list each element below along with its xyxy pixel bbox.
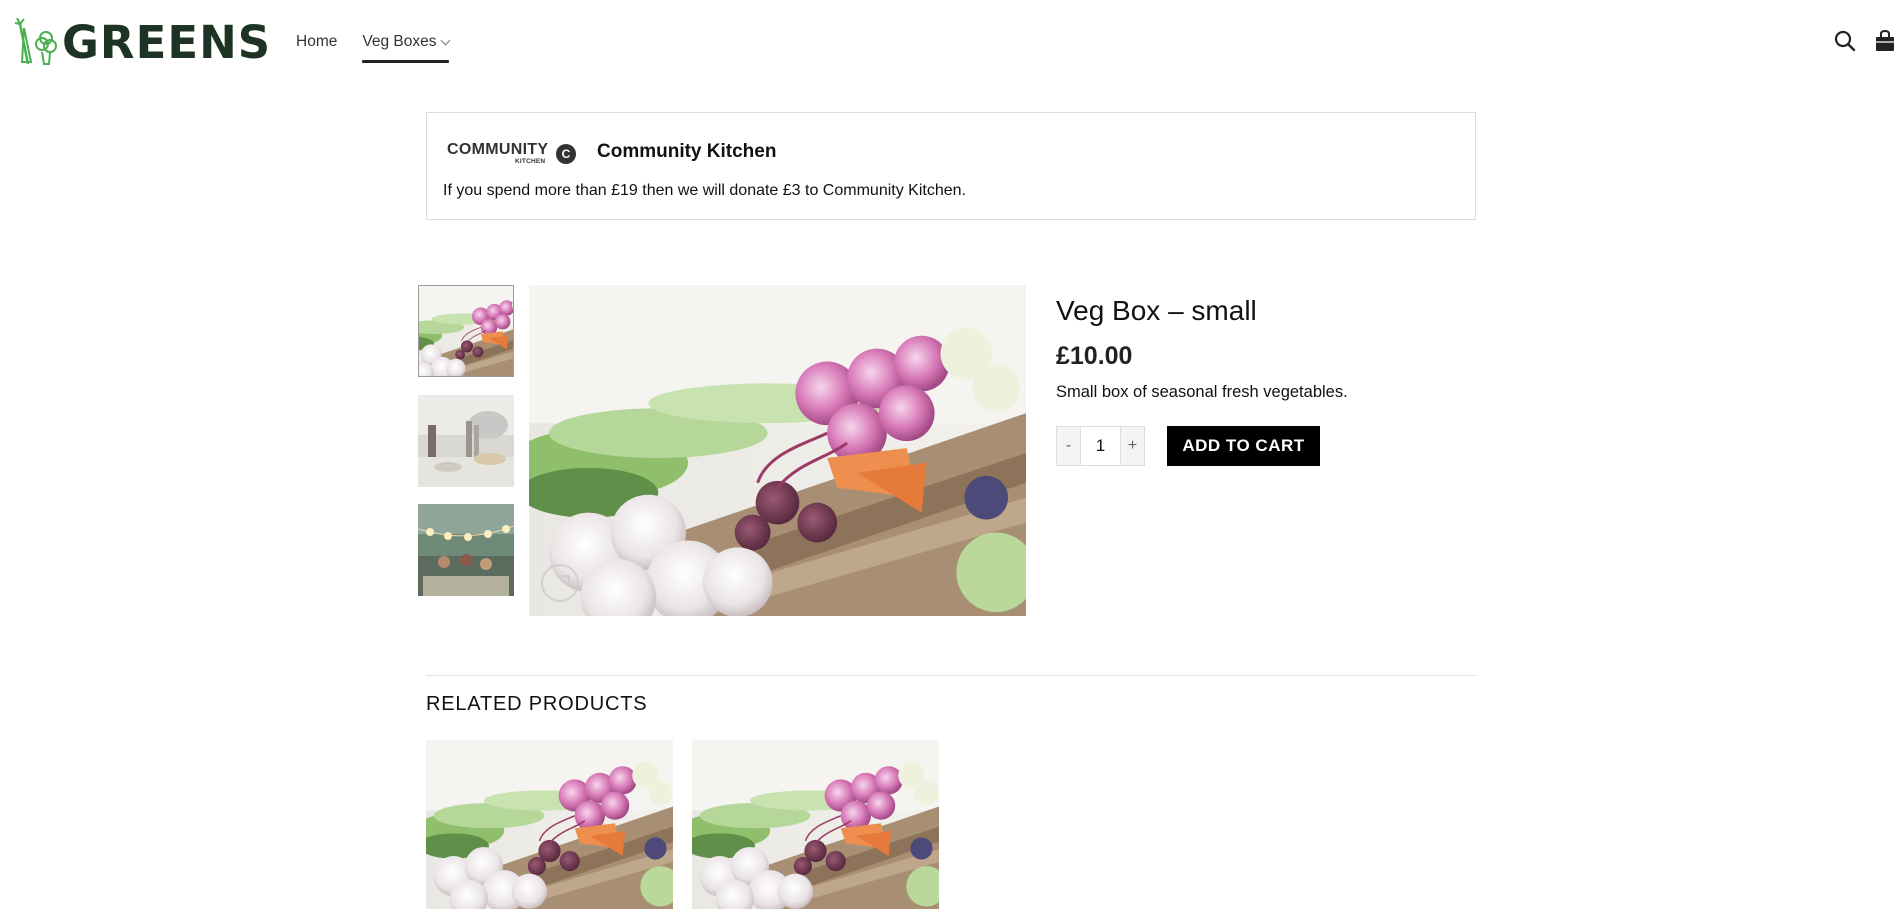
veg-crate-photo xyxy=(419,286,513,376)
site-logo[interactable]: GREENS xyxy=(14,18,271,68)
nav-home[interactable]: Home xyxy=(296,31,337,63)
nav-home-label: Home xyxy=(296,33,338,50)
notice-title: Community Kitchen xyxy=(597,141,777,162)
logo-text: GREENS xyxy=(62,16,272,69)
nav-veg-boxes[interactable]: Veg Boxes xyxy=(362,31,451,63)
site-header: GREENS Home Veg Boxes xyxy=(0,0,1900,86)
notice-text: If you spend more than £19 then we will … xyxy=(443,182,966,199)
expand-icon[interactable] xyxy=(541,564,579,602)
product-price: £10.00 xyxy=(1056,342,1133,370)
section-divider xyxy=(426,675,1476,676)
donation-notice: COMMUNITY KITCHEN C Community Kitchen If… xyxy=(426,112,1476,220)
product-title: Veg Box – small xyxy=(1056,295,1257,326)
quantity-increase-button[interactable]: + xyxy=(1120,426,1145,466)
ck-logo-badge: C xyxy=(556,144,576,164)
gallery-thumbnail-2[interactable] xyxy=(418,395,514,487)
related-products-title: RELATED PRODUCTS xyxy=(426,693,648,715)
related-product-card[interactable] xyxy=(426,740,673,909)
gallery-thumbnail-3[interactable] xyxy=(418,504,514,596)
festival-lights-photo xyxy=(418,504,514,596)
shopping-bag-icon[interactable] xyxy=(1874,30,1896,52)
community-kitchen-logo: COMMUNITY KITCHEN C xyxy=(447,141,579,167)
main-nav: Home Veg Boxes xyxy=(296,31,474,63)
gallery-thumbnail-1[interactable] xyxy=(418,285,514,377)
carrot-broccoli-logo-icon xyxy=(14,18,57,65)
related-product-card[interactable] xyxy=(692,740,939,909)
veg-crate-photo xyxy=(426,740,673,909)
search-icon[interactable] xyxy=(1834,30,1856,52)
ck-logo-word: COMMUNITY xyxy=(447,141,549,158)
product-description: Small box of seasonal fresh vegetables. xyxy=(1056,383,1348,401)
dinner-table-photo xyxy=(418,395,514,487)
quantity-decrease-button[interactable]: - xyxy=(1056,426,1081,466)
quantity-stepper: - 1 + xyxy=(1056,426,1145,466)
veg-crate-photo xyxy=(529,285,1026,616)
add-to-cart-button[interactable]: ADD TO CART xyxy=(1167,426,1320,466)
chevron-down-icon xyxy=(441,35,451,46)
veg-crate-photo xyxy=(692,740,939,909)
nav-veg-boxes-label: Veg Boxes xyxy=(362,33,437,50)
ck-logo-sub: KITCHEN xyxy=(515,158,546,165)
quantity-input[interactable]: 1 xyxy=(1081,426,1120,466)
product-main-image[interactable] xyxy=(529,285,1026,616)
